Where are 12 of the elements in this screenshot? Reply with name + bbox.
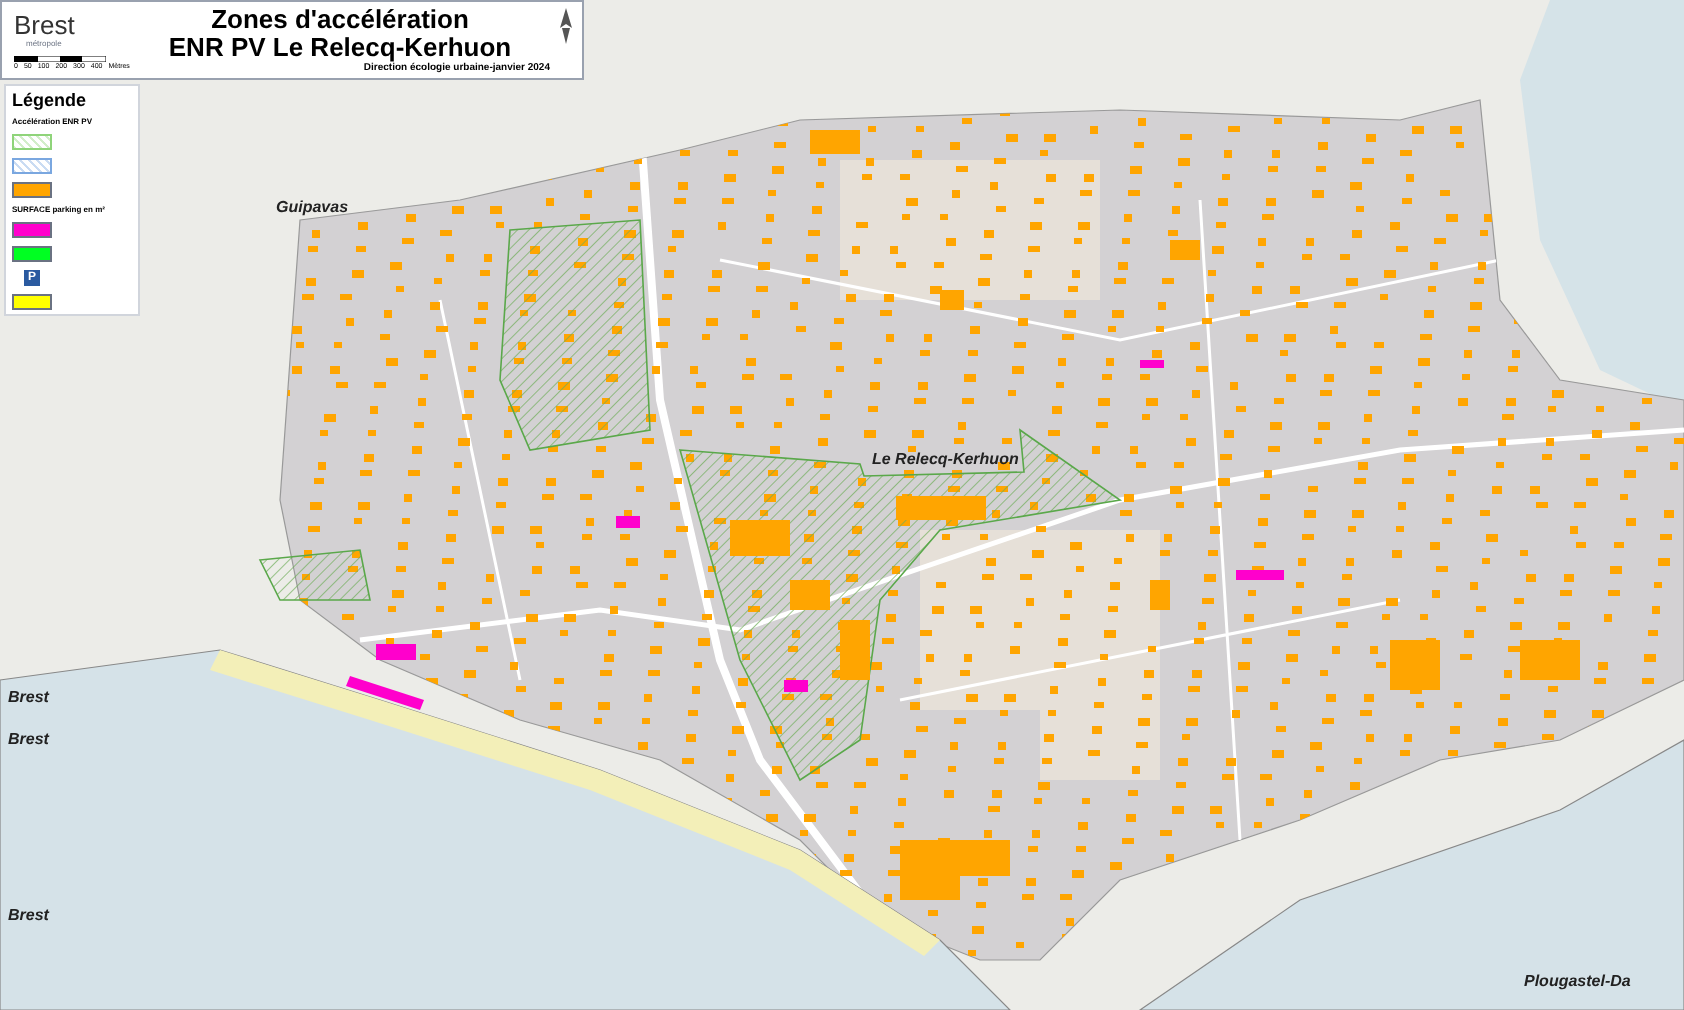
legend-title: Légende [12,90,89,110]
place-label: Brest [8,728,49,752]
place-label: Le Relecq-Kerhuon [872,448,1019,472]
place-label: Guipavas [276,196,349,220]
north-arrow-icon [558,8,574,44]
map-title: Zones d'accélération [211,6,469,34]
place-label: Plougastel-Da [1524,970,1631,994]
place-label: Brest [8,686,49,710]
scale-bar-icon [14,55,106,61]
logo-text: Brest [14,11,77,37]
place-label: Brest [8,904,49,928]
map-title: ENR PV Le Relecq-Kerhuon [168,34,512,62]
